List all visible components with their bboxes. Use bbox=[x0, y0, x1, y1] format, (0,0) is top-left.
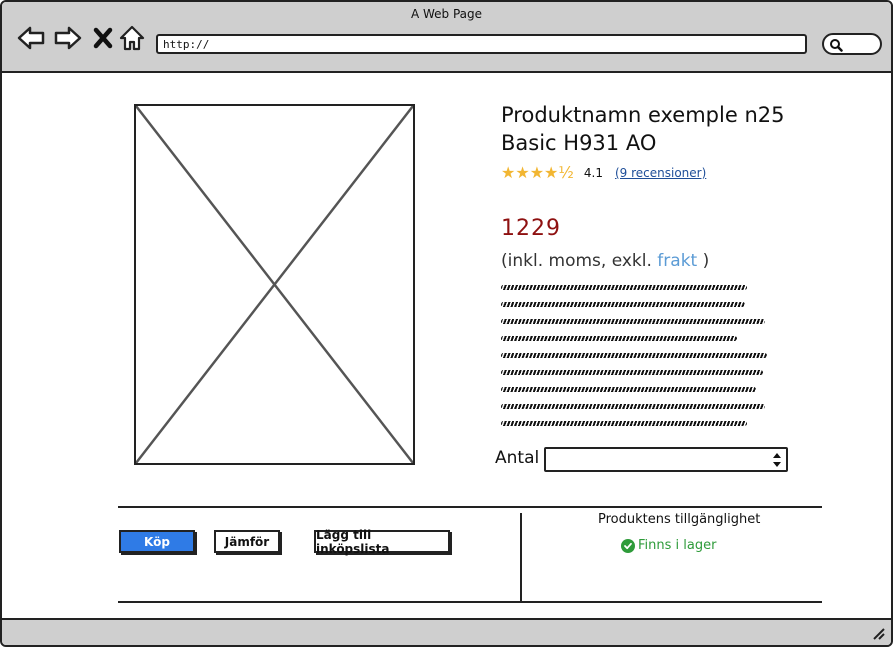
star-rating-icon: ★★★★½ bbox=[501, 163, 574, 182]
check-circle-icon bbox=[621, 538, 635, 553]
compare-button[interactable]: Jämför bbox=[214, 530, 280, 553]
product-rating: ★★★★½ 4.1 (9 recensioner) bbox=[501, 164, 706, 182]
browser-window: A Web Page http:// Produktnamn exemple n… bbox=[0, 0, 893, 647]
description-line bbox=[501, 404, 765, 409]
description-line bbox=[501, 370, 763, 375]
quantity-stepper[interactable] bbox=[544, 447, 788, 472]
price-note-prefix: (inkl. moms, exkl. bbox=[501, 251, 652, 271]
quantity-label: Antal bbox=[495, 448, 540, 468]
section-divider-vertical bbox=[520, 513, 522, 603]
browser-toolbar: A Web Page http:// bbox=[2, 2, 891, 73]
buy-button[interactable]: Köp bbox=[119, 530, 195, 553]
description-line bbox=[501, 421, 747, 426]
back-arrow-icon[interactable] bbox=[17, 24, 45, 52]
resize-grip-icon[interactable] bbox=[871, 626, 885, 640]
availability-status: Finns i lager bbox=[621, 538, 716, 553]
availability-title: Produktens tillgänglighet bbox=[598, 512, 761, 527]
reviews-link[interactable]: (9 recensioner) bbox=[615, 166, 706, 180]
product-price: 1229 bbox=[501, 216, 561, 241]
product-description-placeholder bbox=[501, 285, 769, 438]
product-title-line2: Basic H931 AO bbox=[501, 131, 657, 155]
product-title-line1: Produktnamn exemple n25 bbox=[501, 103, 785, 127]
description-line bbox=[501, 336, 737, 341]
search-icon bbox=[830, 39, 843, 52]
shipping-link[interactable]: frakt bbox=[657, 251, 697, 271]
spinner-arrows-icon[interactable] bbox=[772, 451, 782, 469]
close-x-icon[interactable] bbox=[89, 24, 117, 52]
availability-status-text: Finns i lager bbox=[638, 538, 717, 553]
window-title: A Web Page bbox=[410, 7, 483, 21]
search-field[interactable] bbox=[822, 33, 882, 55]
description-line bbox=[501, 285, 747, 290]
description-line bbox=[501, 302, 745, 307]
rating-value: 4.1 bbox=[583, 166, 603, 180]
price-note-suffix: ) bbox=[702, 251, 710, 271]
description-line bbox=[501, 387, 756, 392]
price-note: (inkl. moms, exkl. frakt ) bbox=[501, 251, 709, 271]
section-divider bbox=[118, 506, 822, 508]
product-image-placeholder bbox=[134, 104, 415, 465]
home-icon[interactable] bbox=[118, 24, 146, 52]
product-title: Produktnamn exemple n25 Basic H931 AO bbox=[501, 101, 831, 157]
description-line bbox=[501, 319, 765, 324]
browser-statusbar bbox=[2, 618, 891, 645]
address-bar[interactable]: http:// bbox=[156, 34, 807, 54]
description-line bbox=[501, 353, 767, 358]
forward-arrow-icon[interactable] bbox=[54, 24, 82, 52]
section-divider bbox=[118, 601, 822, 603]
add-to-shopping-list-button[interactable]: Lägg till inköpslista bbox=[314, 528, 450, 556]
